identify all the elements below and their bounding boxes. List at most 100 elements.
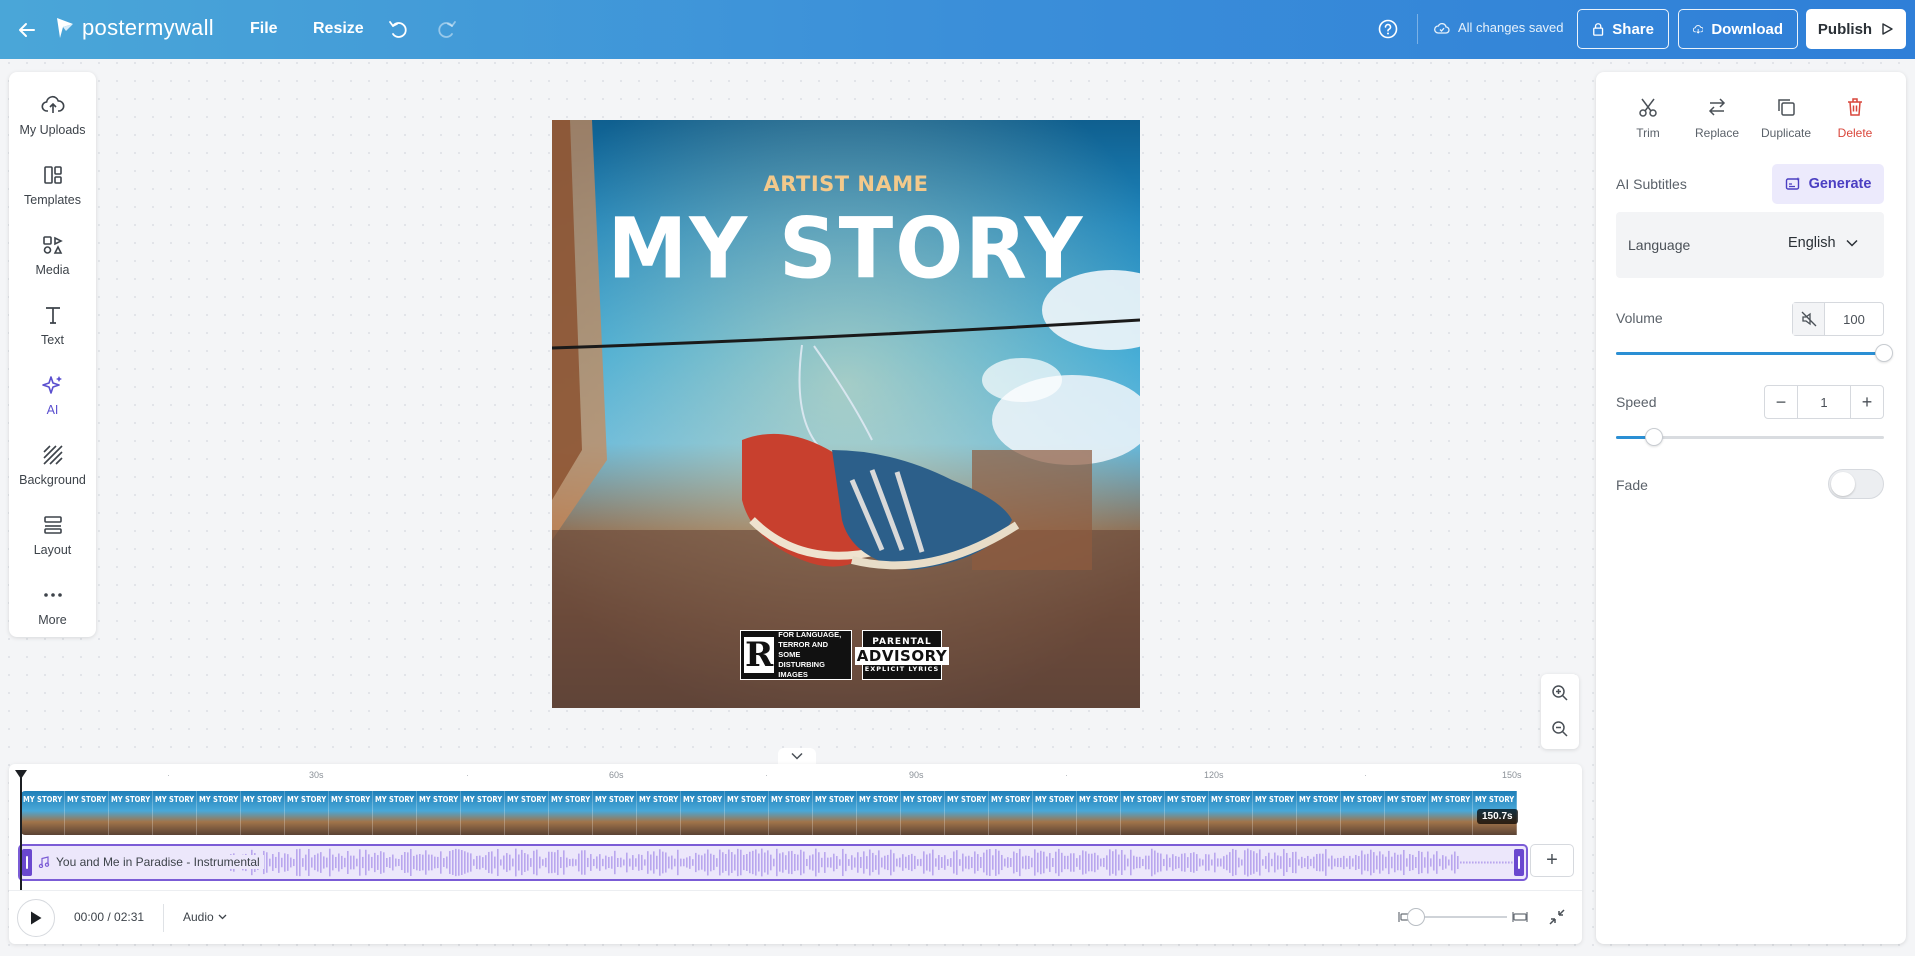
time-readout: 00:00 / 02:31 (74, 910, 145, 924)
undo-icon[interactable] (387, 18, 409, 40)
back-arrow-icon[interactable] (14, 17, 40, 43)
video-frame-thumbnail (417, 791, 461, 835)
language-select[interactable]: English (1788, 235, 1858, 251)
music-note-icon (38, 856, 50, 868)
controls-divider (163, 904, 164, 932)
sidebar-label: More (38, 613, 67, 627)
sidebar-item-templates[interactable]: Templates (9, 152, 96, 218)
file-menu[interactable]: File (250, 20, 278, 38)
speed-label: Speed (1616, 394, 1657, 410)
resize-menu[interactable]: Resize (313, 20, 364, 38)
video-frame-thumbnail (549, 791, 593, 835)
playhead[interactable] (20, 773, 22, 891)
sidebar-label: AI (46, 403, 59, 417)
timeline-zoom-slider[interactable] (1417, 916, 1507, 918)
ruler-label: 90s (909, 770, 924, 780)
audio-track[interactable]: You and Me in Paradise - Instrumental (18, 844, 1528, 881)
duplicate-button[interactable]: Duplicate (1756, 96, 1816, 140)
speed-value[interactable]: 1 (1797, 386, 1851, 418)
logo-text: postermywall (82, 15, 214, 40)
speed-slider[interactable] (1616, 428, 1884, 446)
timeline-zoom-in-icon[interactable] (1512, 909, 1528, 925)
video-frame-thumbnail (945, 791, 989, 835)
video-frame-thumbnail (65, 791, 109, 835)
video-frame-thumbnail (637, 791, 681, 835)
mute-icon[interactable] (1793, 303, 1825, 335)
volume-slider[interactable] (1616, 344, 1893, 362)
volume-slider-knob[interactable] (1875, 344, 1893, 362)
speed-stepper: − 1 + (1764, 385, 1884, 419)
audio-dropdown[interactable]: Audio (183, 910, 227, 924)
fade-toggle[interactable] (1828, 469, 1884, 499)
audio-trim-handle-right[interactable] (1514, 849, 1524, 876)
help-icon[interactable] (1377, 18, 1399, 40)
toggle-knob (1831, 472, 1855, 496)
trash-icon (1848, 98, 1862, 116)
ruler-tick: · (466, 770, 469, 780)
zoom-out-icon[interactable] (1550, 719, 1570, 739)
rating-badges[interactable]: R FOR LANGUAGE, TERROR AND SOME DISTURBI… (740, 630, 950, 680)
collapse-fullscreen-icon[interactable] (1546, 906, 1568, 928)
speed-slider-knob[interactable] (1644, 428, 1663, 446)
rating-letter: R (744, 635, 775, 675)
speed-increase-button[interactable]: + (1851, 386, 1883, 418)
download-button[interactable]: Download (1678, 9, 1798, 49)
postermywall-logo[interactable]: postermywall (54, 15, 214, 41)
sidebar-label: Background (19, 473, 86, 487)
properties-panel: Trim Replace Duplicate Delete AI Subtitl… (1596, 72, 1906, 944)
rated-r-badge: R FOR LANGUAGE, TERROR AND SOME DISTURBI… (740, 630, 852, 680)
video-frame-thumbnail (1385, 791, 1429, 835)
replace-button[interactable]: Replace (1687, 96, 1747, 140)
sidebar-item-my-uploads[interactable]: My Uploads (9, 82, 96, 148)
speed-decrease-button[interactable]: − (1765, 386, 1797, 418)
subtitle-ai-icon (1785, 177, 1800, 190)
volume-slider-fill (1616, 352, 1884, 355)
play-button[interactable] (17, 899, 55, 937)
design-canvas[interactable]: ARTIST NAME MY STORY R FOR LANGUAGE, TER… (552, 120, 1140, 708)
zoom-in-icon[interactable] (1550, 683, 1570, 703)
top-bar: postermywall File Resize All changes sav… (0, 0, 1915, 59)
share-button[interactable]: Share (1577, 9, 1669, 49)
sidebar-item-media[interactable]: Media (9, 222, 96, 288)
volume-value[interactable]: 100 (1825, 303, 1883, 335)
logo-mark-icon (57, 18, 73, 38)
trim-label: Trim (1636, 126, 1660, 140)
add-track-button[interactable]: + (1530, 844, 1574, 877)
sidebar-label: Templates (24, 193, 81, 207)
ruler-label: 30s (309, 770, 324, 780)
save-status: All changes saved (1434, 20, 1564, 35)
play-icon (31, 911, 42, 925)
lock-icon (1593, 23, 1604, 36)
collapse-timeline-button[interactable] (778, 748, 816, 764)
sidebar-label: Text (41, 333, 64, 347)
video-frame-thumbnail (1209, 791, 1253, 835)
video-frame-thumbnail (769, 791, 813, 835)
generate-subtitles-button[interactable]: Generate (1772, 164, 1884, 204)
ruler-tick: · (1065, 770, 1068, 780)
poster-artist-name[interactable]: ARTIST NAME (552, 172, 1140, 196)
video-track[interactable] (21, 791, 1521, 835)
audio-trim-handle-left[interactable] (22, 849, 32, 876)
video-frame-thumbnail (197, 791, 241, 835)
video-frame-thumbnail (461, 791, 505, 835)
video-frame-thumbnail (373, 791, 417, 835)
redo-icon[interactable] (436, 18, 458, 40)
timeline-zoom-knob[interactable] (1407, 908, 1425, 926)
delete-button[interactable]: Delete (1825, 96, 1885, 140)
poster-title[interactable]: MY STORY (552, 200, 1140, 298)
rating-reasons: FOR LANGUAGE, TERROR AND SOME DISTURBING… (778, 630, 842, 679)
sidebar-item-layout[interactable]: Layout (9, 502, 96, 568)
trim-button[interactable]: Trim (1618, 96, 1678, 140)
video-frame-thumbnail (857, 791, 901, 835)
video-frame-thumbnail (681, 791, 725, 835)
playhead-handle[interactable] (15, 770, 27, 779)
sidebar-item-more[interactable]: More (9, 572, 96, 638)
sidebar-label: My Uploads (19, 123, 86, 137)
sidebar-item-background[interactable]: Background (9, 432, 96, 498)
publish-button[interactable]: Publish (1806, 9, 1906, 49)
video-frame-thumbnail (593, 791, 637, 835)
timeline-divider (9, 890, 1582, 891)
sidebar-item-ai[interactable]: AI (9, 362, 96, 428)
sidebar-item-text[interactable]: Text (9, 292, 96, 358)
video-frame-thumbnail (285, 791, 329, 835)
